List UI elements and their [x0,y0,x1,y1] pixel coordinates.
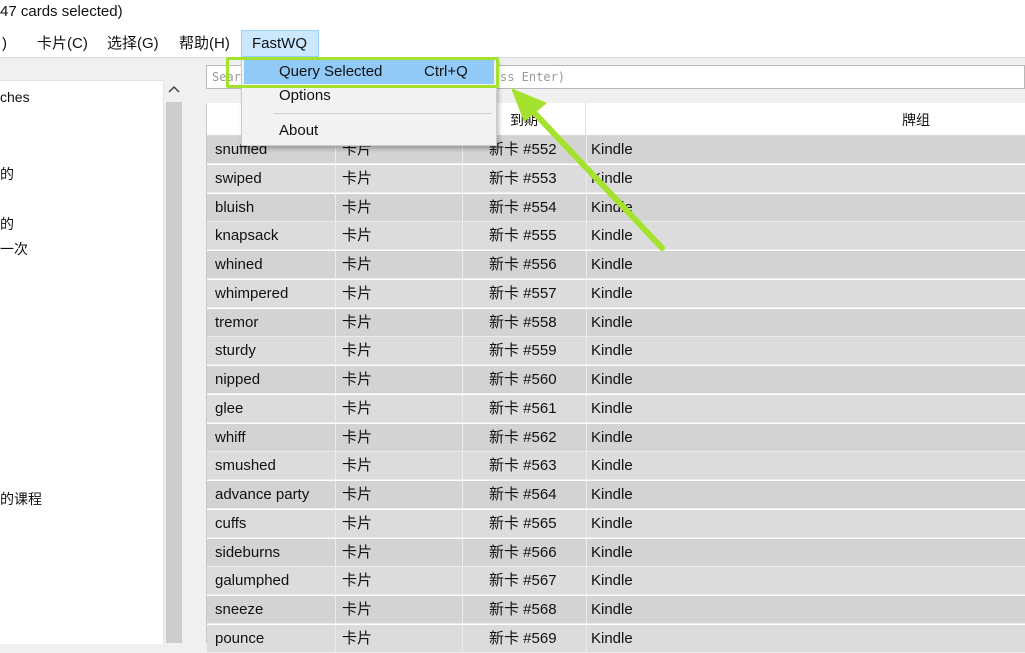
arrow-icon [511,88,665,251]
